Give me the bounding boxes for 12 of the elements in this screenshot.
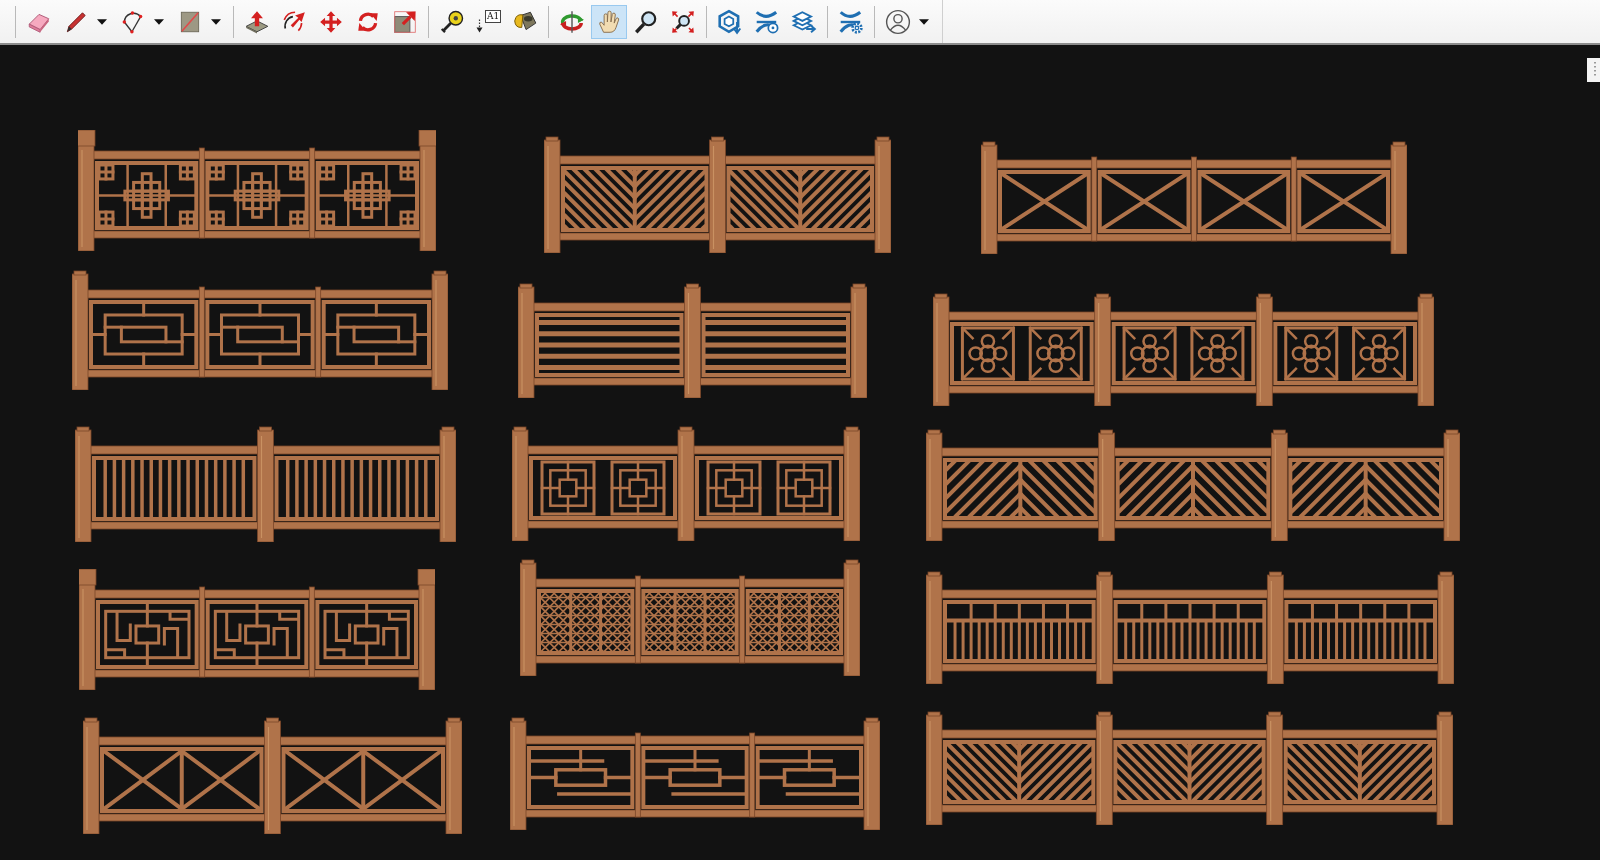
orbit-arrows-icon: [559, 8, 586, 35]
user-icon: [885, 8, 912, 35]
grip-handle-icon[interactable]: [1587, 58, 1600, 82]
leader-arrow-icon: [476, 18, 483, 33]
hexagon-cube-icon: [717, 8, 744, 35]
magnifier-arrows-icon: [670, 8, 697, 35]
tape-measure-icon: [439, 8, 465, 35]
ribbon-circle-icon: [754, 8, 781, 35]
layers-arrow-icon: [791, 8, 818, 35]
text-button[interactable]: A1: [471, 4, 507, 39]
ribbon-gear-icon: [838, 8, 865, 35]
tag-label: A1: [485, 10, 502, 23]
